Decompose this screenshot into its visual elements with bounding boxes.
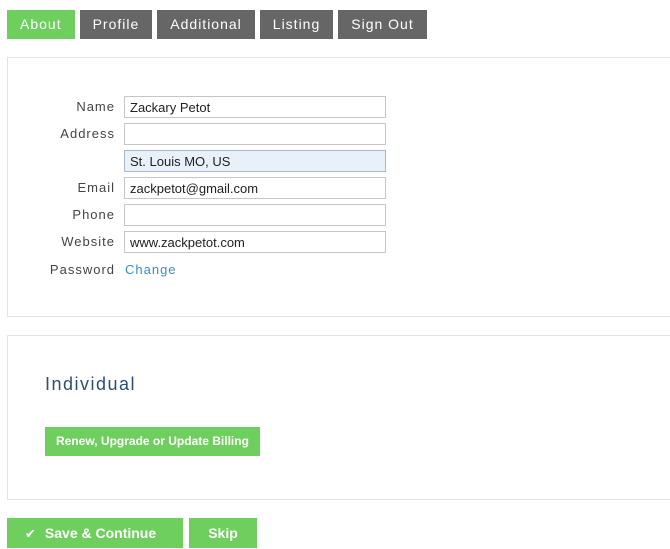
name-field[interactable] — [124, 96, 386, 118]
address-label: Address — [60, 126, 115, 141]
billing-button[interactable]: Renew, Upgrade or Update Billing — [45, 427, 260, 456]
save-continue-label: Save & Continue — [44, 525, 157, 541]
tab-sign-out[interactable]: Sign Out — [338, 10, 427, 39]
top-nav-tabs: About Profile Additional Listing Sign Ou… — [7, 10, 427, 39]
checkmark-icon: ✔ — [25, 526, 36, 541]
about-panel: Name Address Email Phone Website Passwor… — [7, 57, 670, 317]
email-field[interactable] — [124, 177, 386, 199]
skip-button[interactable]: Skip — [189, 518, 257, 548]
email-label: Email — [77, 180, 115, 195]
name-label: Name — [76, 99, 115, 114]
change-password-link[interactable]: Change — [125, 259, 177, 281]
plan-panel: Individual Renew, Upgrade or Update Bill… — [7, 335, 670, 500]
save-continue-button[interactable]: ✔ Save & Continue — [7, 518, 183, 548]
address-line1-field[interactable] — [124, 123, 386, 145]
website-field[interactable] — [124, 231, 386, 253]
address-line2-field[interactable] — [124, 150, 386, 172]
phone-label: Phone — [72, 207, 115, 222]
tab-listing[interactable]: Listing — [259, 10, 334, 39]
phone-field[interactable] — [124, 204, 386, 226]
tab-profile[interactable]: Profile — [79, 10, 153, 39]
tab-additional[interactable]: Additional — [157, 10, 255, 39]
tab-about[interactable]: About — [7, 10, 75, 39]
plan-title: Individual — [45, 374, 137, 394]
password-label: Password — [49, 262, 115, 277]
website-label: Website — [61, 234, 115, 249]
